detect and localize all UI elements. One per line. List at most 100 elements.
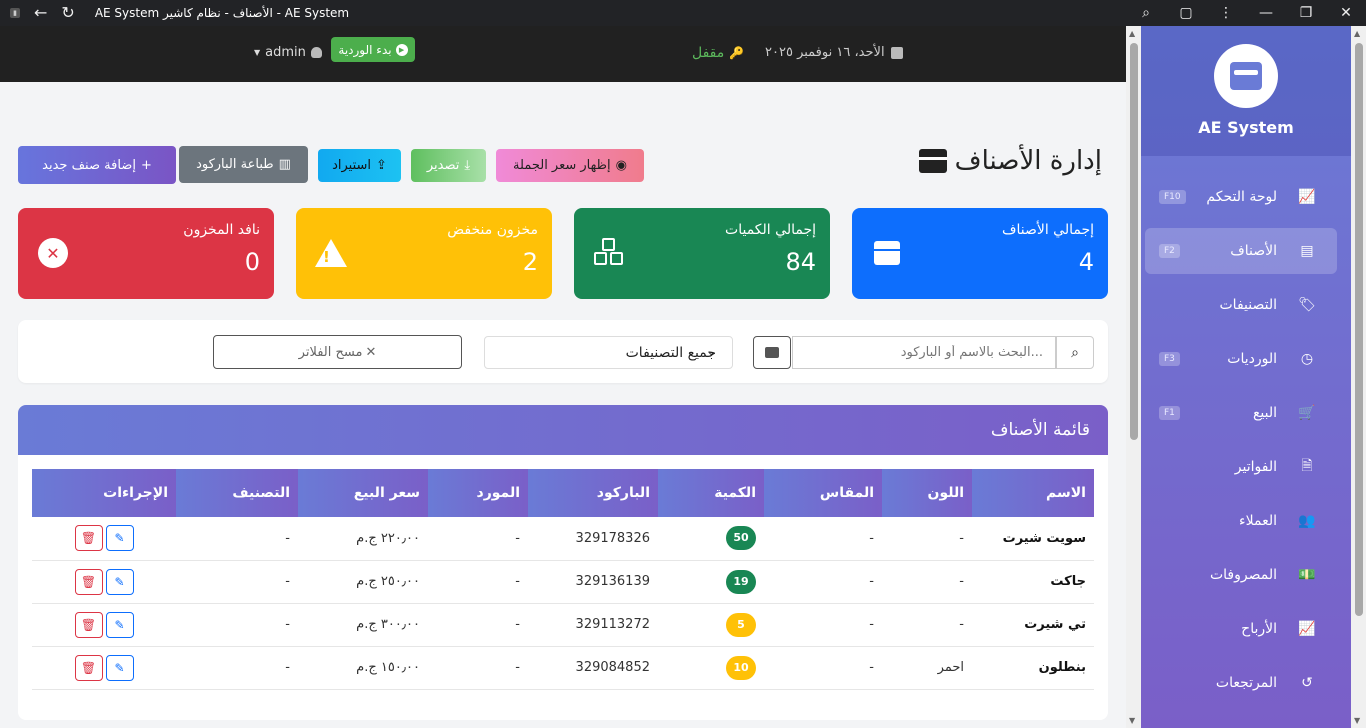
plus-icon: + [140, 157, 152, 173]
sidebar-item-label: البيع [1252, 405, 1277, 421]
main-scrollbar[interactable]: ▲ ▼ [1126, 26, 1141, 728]
date-label: الأحد، ١٦ نوفمبر ٢٠٢٥ [765, 45, 885, 60]
import-button[interactable]: استيراد ⇪ [318, 149, 401, 182]
reload-icon[interactable]: ↻ [61, 5, 74, 21]
stat-value: 84 [785, 248, 816, 276]
col-quantity[interactable]: الكمية [658, 469, 764, 517]
upload-icon: ⇪ [376, 158, 387, 173]
more-menu-icon[interactable]: ⋮ [1206, 5, 1246, 21]
sidebar-item-label: الأرباح [1241, 621, 1277, 637]
clear-filters-button[interactable]: مسح الفلاتر ✕ [213, 335, 462, 369]
shortcut-key: F2 [1159, 244, 1180, 258]
app-icon: ▮ [10, 8, 20, 18]
table-header-row: الاسم اللون المقاس الكمية الباركود المور… [32, 469, 1094, 517]
users-icon: 👥 [1298, 513, 1316, 529]
sidebar-item-sales[interactable]: 🛒 البيع F1 [1145, 390, 1337, 436]
window-title: AE System الأصناف - نظام كاشير - AE Syst… [94, 6, 350, 20]
item-category: - [176, 517, 298, 561]
scrollbar-thumb[interactable] [1130, 43, 1138, 440]
camera-scan-button[interactable] [753, 336, 791, 369]
category-select[interactable]: ⌄ جميع التصنيفات [484, 336, 733, 369]
sidebar-item-returns[interactable]: ↺ المرتجعات [1145, 660, 1337, 706]
edit-icon[interactable]: ✎ [105, 525, 134, 552]
user-menu[interactable]: ▼ admin [254, 45, 322, 60]
item-price: ٢٢٠٫٠٠ ج.م [298, 517, 428, 561]
item-supplier: - [428, 603, 528, 647]
sidebar-item-profits[interactable]: 📈 الأرباح [1145, 606, 1337, 652]
box-icon: ▤ [1300, 243, 1314, 259]
print-barcode-label: طباعة الباركود [196, 157, 274, 172]
trash-icon[interactable]: 🗑 [74, 654, 103, 681]
col-name[interactable]: الاسم [972, 469, 1094, 517]
item-name: بنطلون [972, 646, 1094, 690]
trash-icon[interactable]: 🗑 [74, 568, 103, 595]
item-color: احمر [882, 646, 972, 690]
col-supplier[interactable]: المورد [428, 469, 528, 517]
sidebar-item-shifts[interactable]: ◷ الورديات F3 [1145, 336, 1337, 382]
item-color: - [882, 603, 972, 647]
sidebar-item-label: لوحة التحكم [1206, 189, 1277, 205]
items-table: الاسم اللون المقاس الكمية الباركود المور… [32, 469, 1094, 690]
sidebar-item-invoices[interactable]: 🗎 الفواتير [1145, 444, 1337, 490]
export-button[interactable]: تصدير ⤓ [411, 149, 486, 182]
item-name: سويت شيرت [972, 517, 1094, 561]
username: admin [265, 45, 306, 60]
edit-icon[interactable]: ✎ [105, 568, 134, 595]
clear-filters-label: مسح الفلاتر [298, 344, 363, 360]
start-shift-button[interactable]: بدء الوردية ▶ [331, 37, 415, 62]
col-category[interactable]: التصنيف [176, 469, 298, 517]
minimize-button[interactable]: — [1246, 5, 1286, 21]
sidebar-item-label: التصنيفات [1219, 297, 1278, 313]
search-input[interactable] [792, 336, 1056, 369]
add-item-label: إضافة صنف جديد [42, 157, 136, 173]
scrollbar-thumb[interactable] [1355, 43, 1363, 616]
search-button[interactable]: ⌕ [1056, 336, 1094, 369]
sidebar-item-categories[interactable]: 🏷 التصنيفات [1145, 282, 1337, 328]
print-barcode-button[interactable]: طباعة الباركود ▥ [179, 146, 308, 183]
item-size: - [764, 560, 882, 604]
col-price[interactable]: سعر البيع [298, 469, 428, 517]
scroll-down-icon[interactable]: ▼ [1354, 716, 1360, 725]
scroll-up-icon[interactable]: ▲ [1354, 29, 1360, 38]
cubes-icon [592, 236, 626, 270]
show-wholesale-price-button[interactable]: إظهار سعر الجملة ◉ [496, 149, 644, 182]
edit-icon[interactable]: ✎ [105, 654, 134, 681]
col-size[interactable]: المقاس [764, 469, 882, 517]
item-quantity: 19 [658, 560, 764, 604]
back-arrow-icon[interactable]: ← [34, 5, 47, 21]
sidebar-scrollbar[interactable]: ▲ ▼ [1351, 26, 1366, 728]
boxes-icon [918, 149, 947, 173]
edit-icon[interactable]: ✎ [105, 611, 134, 638]
warning-icon [314, 236, 348, 270]
stat-low-stock: مخزون منخفض 2 ! [296, 208, 552, 299]
items-list-title: قائمة الأصناف [990, 420, 1090, 440]
item-barcode: 329136139 [528, 560, 658, 604]
col-color[interactable]: اللون [882, 469, 972, 517]
trash-icon[interactable]: 🗑 [74, 525, 103, 552]
stat-total-items: إجمالي الأصناف 4 [852, 208, 1108, 299]
sidebar-item-items[interactable]: ▤ الأصناف F2 [1145, 228, 1337, 274]
caret-down-icon: ▼ [254, 48, 261, 57]
sidebar-item-dashboard[interactable]: 📈 لوحة التحكم F10 [1145, 174, 1337, 220]
trash-icon[interactable]: 🗑 [74, 611, 103, 638]
stat-label: مخزون منخفض [447, 222, 538, 238]
sidebar-item-expenses[interactable]: 💵 المصروفات [1145, 552, 1337, 598]
sidebar-title: AE System [1198, 118, 1294, 137]
sidebar-item-label: الفواتير [1234, 459, 1277, 475]
quantity-badge: 19 [726, 569, 756, 594]
item-size: - [764, 517, 882, 561]
clock-icon: ◷ [1300, 351, 1314, 367]
sidebar-item-customers[interactable]: 👥 العملاء [1145, 498, 1337, 544]
add-item-button[interactable]: إضافة صنف جديد + [18, 146, 176, 184]
item-actions: ✎ 🗑 [32, 603, 176, 647]
zoom-icon[interactable]: ⌕ [1126, 5, 1166, 21]
extension-icon[interactable]: ▢ [1166, 5, 1206, 21]
invoice-icon: 🗎 [1301, 458, 1313, 474]
scroll-down-icon[interactable]: ▼ [1129, 716, 1135, 725]
close-window-button[interactable]: ✕ [1326, 5, 1366, 21]
col-barcode[interactable]: الباركود [528, 469, 658, 517]
table-row: سويت شيرت - - 50 329178326 - ٢٢٠٫٠٠ ج.م … [32, 517, 1094, 561]
maximize-button[interactable]: ❐ [1286, 5, 1326, 21]
play-icon: ▶ [395, 43, 408, 56]
scroll-up-icon[interactable]: ▲ [1129, 29, 1135, 38]
